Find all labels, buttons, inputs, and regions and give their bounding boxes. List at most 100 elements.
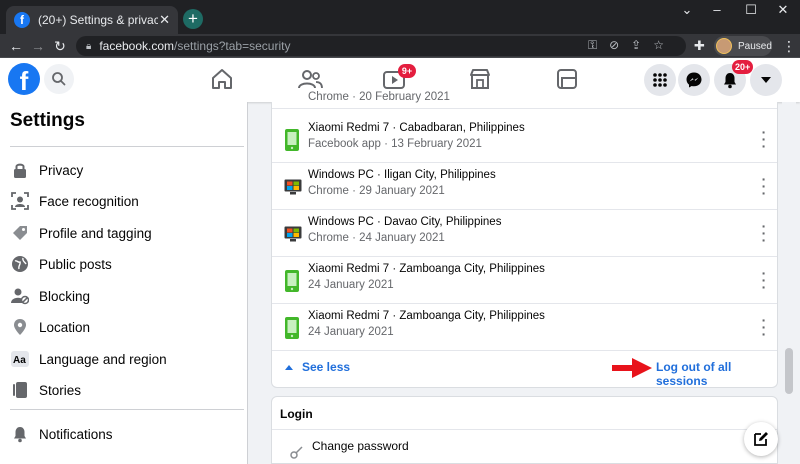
- url-text: facebook.com/settings?tab=security: [99, 39, 290, 53]
- session-row: Xiaomi Redmi 7 · Zamboanga City, Philipp…: [272, 258, 777, 304]
- share-icon[interactable]: ⇪: [631, 38, 653, 52]
- bell-icon: [724, 73, 736, 89]
- sidebar-item-label: Blocking: [39, 288, 91, 304]
- annotation-arrow-icon: [612, 358, 652, 378]
- sidebar-title: Settings: [10, 110, 85, 131]
- session-device: Windows PC · Davao City, Philippines: [308, 216, 502, 228]
- session-detail: Chrome · 24 January 2021: [308, 232, 445, 244]
- chevron-down-icon[interactable]: ⌄: [670, 0, 704, 20]
- windows-pc-icon: [284, 179, 302, 195]
- sidebar-item-label: Privacy: [39, 162, 84, 178]
- reload-icon[interactable]: ↻: [50, 36, 70, 56]
- url-path: /settings?tab=security: [174, 39, 291, 53]
- sidebar-item-label: Location: [39, 319, 91, 335]
- sidebar-item-language-region[interactable]: Aa Language and region: [10, 346, 167, 372]
- browser-menu-icon[interactable]: ⋮: [782, 38, 796, 55]
- key-icon: [290, 446, 303, 459]
- url-host: facebook.com: [99, 39, 175, 53]
- menu-button[interactable]: [644, 64, 676, 96]
- more-options-icon[interactable]: · · ·: [760, 266, 768, 294]
- page-scrollbar[interactable]: [782, 102, 796, 464]
- phone-icon: [285, 129, 299, 151]
- messenger-button[interactable]: [678, 64, 710, 96]
- divider: [10, 146, 244, 147]
- see-less-label: See less: [302, 360, 351, 374]
- marketplace-icon[interactable]: [466, 66, 494, 92]
- caret-up-icon: [285, 365, 293, 370]
- sidebar-item-profile-tagging[interactable]: Profile and tagging: [10, 220, 152, 246]
- home-icon[interactable]: [208, 66, 236, 92]
- session-detail: 24 January 2021: [308, 279, 394, 291]
- forward-arrow-icon[interactable]: →: [28, 36, 48, 56]
- location-pin-icon: [10, 317, 30, 337]
- browser-tabbar: f (20+) Settings & privacy | Facebook ✕ …: [0, 0, 800, 34]
- maximize-button[interactable]: ☐: [734, 0, 768, 20]
- profile-button[interactable]: Paused: [714, 36, 772, 56]
- sidebar-item-stories[interactable]: Stories: [10, 377, 81, 403]
- grid-menu-icon: [653, 73, 667, 87]
- groups-icon[interactable]: [553, 66, 581, 92]
- globe-icon: [10, 254, 30, 274]
- facebook-logo[interactable]: f: [8, 63, 40, 96]
- sessions-panel: Chrome · 20 February 2021 Xiaomi Redmi 7…: [271, 91, 778, 388]
- window-close-button[interactable]: ✕: [766, 0, 800, 20]
- address-bar[interactable]: 🔒︎ facebook.com/settings?tab=security ⚿⊘…: [76, 36, 686, 56]
- new-message-button[interactable]: [744, 422, 778, 456]
- facebook-favicon-icon: f: [14, 12, 30, 28]
- session-device: Windows PC · Iligan City, Philippines: [308, 169, 496, 181]
- session-device: Xiaomi Redmi 7 · Cabadbaran, Philippines: [308, 122, 525, 134]
- sidebar-item-label: Stories: [39, 382, 82, 398]
- sidebar-item-face-recognition[interactable]: Face recognition: [10, 188, 139, 214]
- key-icon[interactable]: ⚿: [588, 38, 609, 52]
- new-tab-button[interactable]: +: [183, 9, 203, 29]
- tab-title: (20+) Settings & privacy | Facebook: [38, 13, 158, 27]
- tab-close-icon[interactable]: ✕: [159, 12, 170, 28]
- sidebar-item-notifications[interactable]: Notifications: [10, 421, 113, 447]
- eye-off-icon[interactable]: ⊘: [609, 38, 631, 52]
- sidebar-item-blocking[interactable]: Blocking: [10, 283, 90, 309]
- sidebar-item-public-posts[interactable]: Public posts: [10, 251, 112, 277]
- session-detail: Chrome · 20 February 2021: [308, 91, 450, 103]
- session-row: Xiaomi Redmi 7 · Zamboanga City, Philipp…: [272, 305, 777, 351]
- windows-pc-icon: [284, 226, 302, 242]
- see-less-button[interactable]: See less: [284, 360, 350, 374]
- log-out-all-sessions-link[interactable]: Log out of all sessions: [656, 360, 777, 388]
- language-icon: Aa: [10, 349, 30, 369]
- sidebar-item-location[interactable]: Location: [10, 314, 90, 340]
- svg-text:Aa: Aa: [13, 355, 26, 366]
- more-options-icon[interactable]: · · ·: [760, 125, 768, 153]
- search-icon: [52, 72, 66, 86]
- face-recognition-icon: [10, 191, 30, 211]
- scrollbar-thumb[interactable]: [785, 348, 793, 394]
- avatar: [716, 38, 732, 54]
- login-heading: Login: [280, 407, 313, 421]
- more-options-icon[interactable]: · · ·: [760, 313, 768, 341]
- account-button[interactable]: [750, 64, 782, 96]
- session-device: Xiaomi Redmi 7 · Zamboanga City, Philipp…: [308, 310, 545, 322]
- sidebar-item-label: Language and region: [39, 351, 167, 367]
- minimize-button[interactable]: –: [700, 0, 734, 20]
- divider: [10, 409, 244, 410]
- sidebar-item-label: Profile and tagging: [39, 225, 152, 241]
- session-detail: Facebook app · 13 February 2021: [308, 138, 482, 150]
- phone-icon: [285, 270, 299, 292]
- extensions-puzzle-icon[interactable]: ✚: [694, 38, 705, 54]
- more-options-icon[interactable]: · · ·: [760, 172, 768, 200]
- star-icon[interactable]: ☆: [653, 38, 676, 52]
- sidebar-item-label: Public posts: [39, 256, 112, 272]
- notifications-badge: 20+: [732, 60, 754, 74]
- login-panel: Login Change password: [271, 396, 778, 464]
- lock-icon: 🔒︎: [86, 40, 92, 52]
- session-row: Xiaomi Redmi 7 · Cabadbaran, Philippines…: [272, 117, 777, 163]
- sidebar-item-privacy[interactable]: Privacy: [10, 157, 83, 183]
- session-device: Xiaomi Redmi 7 · Zamboanga City, Philipp…: [308, 263, 545, 275]
- friends-icon[interactable]: [296, 66, 324, 92]
- browser-tab[interactable]: f (20+) Settings & privacy | Facebook ✕: [6, 6, 178, 34]
- settings-sidebar: Settings Privacy Face recognition Profil…: [0, 102, 248, 464]
- search-button[interactable]: [44, 64, 74, 94]
- session-detail: 24 January 2021: [308, 326, 394, 338]
- caret-down-icon: [761, 77, 771, 83]
- change-password-link[interactable]: Change password: [312, 439, 409, 453]
- more-options-icon[interactable]: · · ·: [760, 219, 768, 247]
- back-arrow-icon[interactable]: ←: [6, 36, 26, 56]
